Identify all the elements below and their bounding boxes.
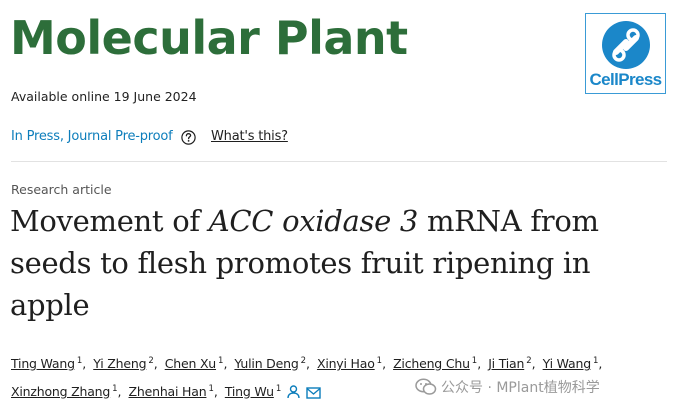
- watermark: 公众号 · MPlant植物科学: [415, 376, 660, 398]
- author-name-link[interactable]: Ting Wu: [225, 384, 274, 399]
- question-circle-icon[interactable]: [181, 130, 196, 145]
- author-item: Zicheng Chu 1,: [393, 356, 488, 371]
- author-item: Ting Wang 1,: [11, 356, 93, 371]
- envelope-icon[interactable]: [306, 387, 321, 399]
- author-name-link[interactable]: Zicheng Chu: [393, 356, 470, 371]
- article-type: Research article: [11, 182, 112, 197]
- author-separator: ,: [477, 356, 482, 371]
- available-online-date: Available online 19 June 2024: [11, 89, 197, 104]
- author-separator: ,: [117, 384, 122, 399]
- article-title: Movement of ACC oxidase 3 mRNA from seed…: [10, 200, 650, 326]
- author-name-link[interactable]: Chen Xu: [165, 356, 217, 371]
- author-item: Chen Xu 1,: [165, 356, 235, 371]
- author-item: Xinzhong Zhang 1,: [11, 384, 129, 399]
- cellpress-logo-icon: [602, 21, 650, 69]
- author-name-link[interactable]: Ting Wang: [11, 356, 75, 371]
- author-separator: ,: [531, 356, 536, 371]
- author-item: Yi Wang 1,: [543, 356, 606, 371]
- cellpress-logo-text: CellPress: [589, 70, 662, 89]
- author-name-link[interactable]: Xinzhong Zhang: [11, 384, 110, 399]
- whats-this-link[interactable]: What's this?: [211, 129, 288, 144]
- author-separator: ,: [382, 356, 387, 371]
- author-separator: ,: [598, 356, 603, 371]
- article-title-part1: Movement of: [10, 204, 209, 238]
- author-item: Zhenhai Han 1,: [129, 384, 225, 399]
- author-affiliation-sup: 1: [275, 384, 282, 394]
- author-item: Yi Zheng 2,: [93, 356, 164, 371]
- author-name-link[interactable]: Yi Zheng: [93, 356, 146, 371]
- author-separator: ,: [82, 356, 87, 371]
- watermark-text: 公众号 · MPlant植物科学: [441, 380, 600, 396]
- author-affiliation-sup: 2: [526, 356, 532, 366]
- author-separator: ,: [223, 356, 228, 371]
- person-icon[interactable]: [287, 385, 300, 399]
- author-affiliation-sup: 1: [112, 384, 118, 394]
- author-item: Ji Tian 2,: [488, 356, 542, 371]
- author-affiliation-sup: 2: [148, 356, 154, 366]
- author-name-link[interactable]: Yulin Deng: [234, 356, 298, 371]
- author-name-link[interactable]: Zhenhai Han: [129, 384, 207, 399]
- author-name-link[interactable]: Xinyi Hao: [317, 356, 375, 371]
- author-name-link[interactable]: Yi Wang: [543, 356, 592, 371]
- author-separator: ,: [153, 356, 158, 371]
- journal-title[interactable]: Molecular Plant: [10, 8, 408, 68]
- author-item: Yulin Deng 2,: [234, 356, 317, 371]
- author-line-1: Ting Wang 1, Yi Zheng 2, Chen Xu 1, Yulin D…: [11, 347, 671, 375]
- author-name-link[interactable]: Ji Tian: [488, 356, 524, 371]
- author-separator: ,: [305, 356, 310, 371]
- author-item: Ting Wu 1: [225, 384, 281, 399]
- wechat-icon: [415, 378, 437, 395]
- author-separator: ,: [213, 384, 218, 399]
- header-divider: [11, 161, 667, 162]
- article-title-gene: ACC oxidase 3: [208, 204, 419, 238]
- cellpress-logo[interactable]: CellPress: [585, 13, 666, 94]
- author-item: Xinyi Hao 1,: [317, 356, 393, 371]
- in-press-link[interactable]: In Press, Journal Pre-proof: [11, 129, 173, 144]
